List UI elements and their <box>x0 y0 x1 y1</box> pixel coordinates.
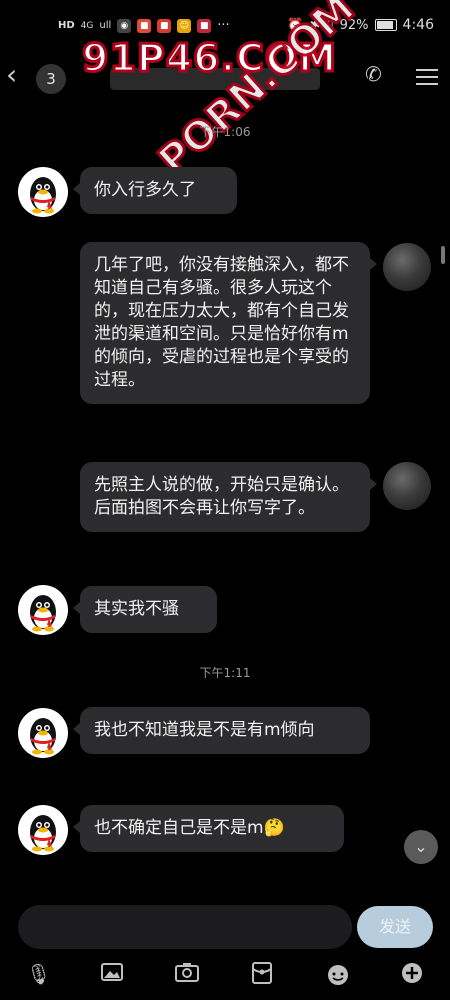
message-bubble[interactable]: 也不确定自己是不是m🤔 <box>73 805 344 852</box>
message-bubble[interactable]: 其实我不骚 <box>73 586 217 633</box>
image-icon-svg <box>101 963 123 981</box>
message-bubble[interactable]: 先照主人说的做，开始只是确认。后面拍图不会再让你写字了。 <box>80 462 377 532</box>
red-packet-icon[interactable] <box>250 962 274 986</box>
time-divider: 下午1:06 <box>199 125 251 139</box>
red-packet-icon-svg <box>252 962 272 984</box>
battery-icon <box>374 19 397 31</box>
notification-icon-4: ☺ <box>177 18 192 33</box>
unread-count-badge[interactable]: 3 <box>36 64 66 94</box>
camera-icon-svg <box>175 963 199 982</box>
message-bubble[interactable]: 你入行多久了 <box>73 167 237 214</box>
status-left: HD 4G ull ◉ ■ ■ ☺ ■ ··· <box>58 18 230 33</box>
plus-icon[interactable] <box>400 962 424 986</box>
message-bubble[interactable]: 我也不知道我是不是有m倾向 <box>73 707 370 754</box>
clock: 4:46 <box>402 17 434 33</box>
plus-icon-svg <box>402 963 422 983</box>
avatar[interactable] <box>18 805 68 855</box>
scroll-down-icon[interactable]: ⌄ <box>404 830 438 864</box>
hd-indicator: HD <box>58 20 75 31</box>
microphone-icon[interactable]: 🎙 <box>26 962 51 986</box>
penguin-icon <box>30 177 56 214</box>
notification-icon-1: ◉ <box>117 18 132 33</box>
signal-icon: ull <box>99 20 112 31</box>
avatar-self[interactable] <box>383 243 431 291</box>
phone-icon[interactable]: ✆ <box>365 62 382 86</box>
avatar-self[interactable] <box>383 462 431 510</box>
avatar[interactable] <box>18 585 68 635</box>
back-arrow-icon[interactable]: ‹ <box>6 58 17 91</box>
time-divider: 下午1:11 <box>199 666 251 680</box>
image-icon[interactable] <box>100 962 124 986</box>
emoji-icon[interactable] <box>326 962 350 986</box>
avatar[interactable] <box>18 708 68 758</box>
send-button[interactable]: 发送 <box>357 906 433 948</box>
notification-icon-3: ■ <box>157 18 172 33</box>
notification-icon-2: ■ <box>137 18 152 33</box>
input-area: 发送 🎙 <box>0 895 450 1000</box>
message-input[interactable] <box>18 905 352 949</box>
avatar[interactable] <box>18 167 68 217</box>
chat-area: 下午1:06 你入行多久了 几年了吧，你没有接触深入，都不知道自己有多骚。很多人… <box>0 105 450 895</box>
more-notifications-icon: ··· <box>217 18 230 33</box>
penguin-icon <box>30 815 56 852</box>
penguin-icon <box>30 718 56 755</box>
scrollbar[interactable] <box>441 246 445 264</box>
network-indicator: 4G <box>80 20 94 31</box>
notification-icon-5: ■ <box>197 18 212 33</box>
camera-icon[interactable] <box>175 962 199 986</box>
menu-icon[interactable] <box>416 64 438 90</box>
penguin-icon <box>30 595 56 632</box>
emoji-icon-svg <box>328 965 348 985</box>
message-bubble[interactable]: 几年了吧，你没有接触深入，都不知道自己有多骚。很多人玩这个的，现在压力太大，都有… <box>80 242 377 404</box>
